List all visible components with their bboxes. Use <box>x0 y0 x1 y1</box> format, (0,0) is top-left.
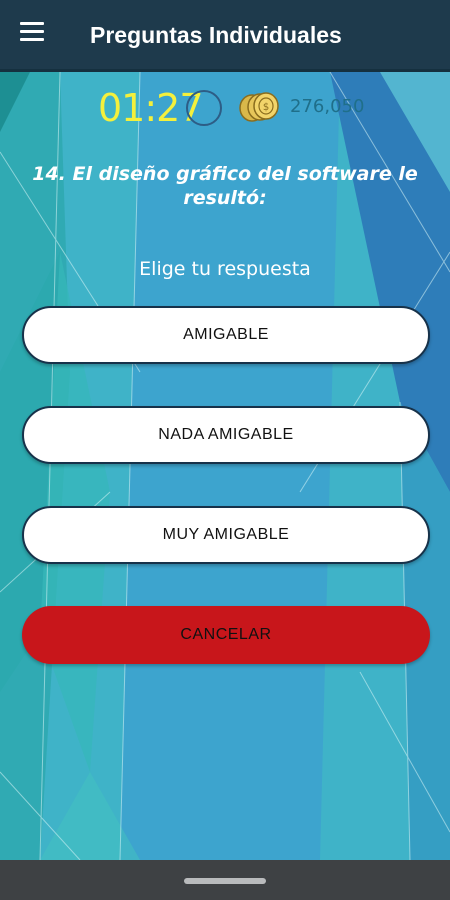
timer-ring-icon <box>186 90 222 126</box>
hamburger-menu-icon[interactable] <box>20 22 50 48</box>
answer-button-nada-amigable[interactable]: NADA AMIGABLE <box>22 406 430 464</box>
coin-score: 276,050 <box>290 96 365 117</box>
answer-button-amigable[interactable]: AMIGABLE <box>22 306 430 364</box>
system-nav-bar <box>0 860 450 900</box>
answer-prompt: Elige tu respuesta <box>139 258 311 280</box>
answer-button-muy-amigable[interactable]: MUY AMIGABLE <box>22 506 430 564</box>
app-bar: Preguntas Individuales <box>0 0 450 72</box>
question-text: 14. El diseño gráfico del software le re… <box>32 163 418 209</box>
coins-icon: $ <box>239 92 279 122</box>
svg-text:$: $ <box>263 102 269 113</box>
quiz-screen: 01:27 $ 276,050 14. El diseño gráfico de… <box>0 72 450 860</box>
cancel-button[interactable]: CANCELAR <box>22 606 430 664</box>
home-gesture-handle[interactable] <box>184 878 266 884</box>
page-title: Preguntas Individuales <box>90 22 342 48</box>
